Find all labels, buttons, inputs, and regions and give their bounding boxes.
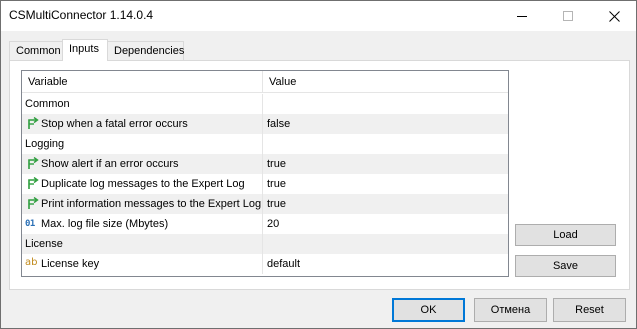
inputs-grid: Variable Value Common Stop when a fatal e… xyxy=(21,70,509,277)
parameter-value[interactable]: false xyxy=(265,114,505,134)
parameter-value xyxy=(265,94,505,114)
tab-common[interactable]: Common xyxy=(9,41,63,61)
maximize-icon xyxy=(563,11,573,21)
group-row[interactable]: Common xyxy=(22,94,508,114)
minimize-icon xyxy=(517,15,527,17)
string-icon: ab xyxy=(25,257,38,268)
tab-inputs[interactable]: Inputs xyxy=(62,39,108,61)
inputs-panel: Variable Value Common Stop when a fatal e… xyxy=(9,60,630,290)
parameter-row[interactable]: Show alert if an error occurs true xyxy=(22,154,508,174)
bool-arrow-icon xyxy=(28,157,39,169)
save-button[interactable]: Save xyxy=(515,255,616,277)
bool-arrow-icon xyxy=(28,197,39,209)
row-label: License xyxy=(25,238,63,250)
parameter-name: Duplicate log messages to the Expert Log xyxy=(22,174,263,194)
close-button[interactable] xyxy=(591,1,637,31)
parameter-row[interactable]: 01 Max. log file size (Mbytes) 20 xyxy=(22,214,508,234)
integer-icon: 01 xyxy=(25,219,35,229)
title-bar: CSMultiConnector 1.14.0.4 xyxy=(1,1,636,31)
row-label: License key xyxy=(41,258,100,270)
bool-arrow-icon xyxy=(28,117,39,129)
parameter-row[interactable]: ab License key default xyxy=(22,254,508,274)
ok-button[interactable]: OK xyxy=(392,298,465,322)
grid-body: Common Stop when a fatal error occurs fals… xyxy=(22,94,508,274)
parameter-value xyxy=(265,134,505,154)
group-label: Common xyxy=(22,94,263,114)
row-label: Logging xyxy=(25,138,65,150)
parameter-row[interactable]: Stop when a fatal error occurs false xyxy=(22,114,508,134)
grid-header: Variable Value xyxy=(22,71,508,93)
row-label: Duplicate log messages to the Expert Log xyxy=(41,178,245,190)
parameter-name: Stop when a fatal error occurs xyxy=(22,114,263,134)
parameter-value xyxy=(265,234,505,254)
parameter-name: Print information messages to the Expert… xyxy=(22,194,263,214)
parameter-name: Show alert if an error occurs xyxy=(22,154,263,174)
load-button[interactable]: Load xyxy=(515,224,616,246)
group-label: License xyxy=(22,234,263,254)
reset-button[interactable]: Reset xyxy=(553,298,626,322)
row-label: Print information messages to the Expert… xyxy=(41,198,262,210)
close-icon xyxy=(608,10,620,22)
parameter-value[interactable]: true xyxy=(265,154,505,174)
column-header-value[interactable]: Value xyxy=(263,71,508,93)
group-row[interactable]: License xyxy=(22,234,508,254)
parameter-value[interactable]: true xyxy=(265,194,505,214)
cancel-button[interactable]: Отмена xyxy=(474,298,547,322)
window-title: CSMultiConnector 1.14.0.4 xyxy=(9,8,154,22)
row-label: Max. log file size (Mbytes) xyxy=(41,218,169,230)
maximize-button xyxy=(545,1,591,31)
tab-dependencies[interactable]: Dependencies xyxy=(107,41,184,61)
parameter-value[interactable]: default xyxy=(265,254,505,274)
group-row[interactable]: Logging xyxy=(22,134,508,154)
row-label: Show alert if an error occurs xyxy=(41,158,179,170)
row-label: Stop when a fatal error occurs xyxy=(41,118,188,130)
parameter-name: 01 Max. log file size (Mbytes) xyxy=(22,214,263,234)
bool-arrow-icon xyxy=(28,177,39,189)
parameter-name: ab License key xyxy=(22,254,263,274)
row-label: Common xyxy=(25,98,70,110)
parameter-row[interactable]: Print information messages to the Expert… xyxy=(22,194,508,214)
column-header-variable[interactable]: Variable xyxy=(22,71,263,93)
group-label: Logging xyxy=(22,134,263,154)
minimize-button[interactable] xyxy=(499,1,545,31)
parameter-row[interactable]: Duplicate log messages to the Expert Log… xyxy=(22,174,508,194)
dialog-window: CSMultiConnector 1.14.0.4 Common Inputs … xyxy=(0,0,637,329)
parameter-value[interactable]: true xyxy=(265,174,505,194)
parameter-value[interactable]: 20 xyxy=(265,214,505,234)
